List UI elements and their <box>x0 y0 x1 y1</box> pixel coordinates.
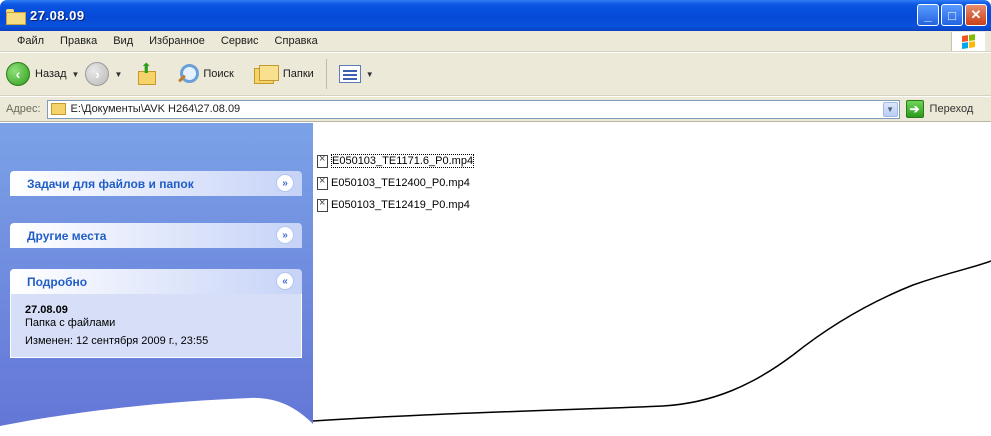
folders-button[interactable]: Папки <box>240 64 314 84</box>
folder-icon <box>50 103 66 115</box>
search-icon <box>176 63 200 85</box>
file-list: E050103_TE1171.6_P0.mp4 E050103_TE12400_… <box>313 123 991 436</box>
expand-chevron-icon[interactable]: » <box>276 226 294 244</box>
task-pane: Задачи для файлов и папок » Другие места… <box>0 123 313 436</box>
forward-button[interactable]: › ▼ <box>85 62 122 86</box>
other-places-panel: Другие места » <box>10 223 302 248</box>
menu-bar: Файл Правка Вид Избранное Сервис Справка <box>0 31 991 52</box>
details-type: Папка с файлами <box>25 317 116 329</box>
other-places-title: Другие места <box>27 228 107 243</box>
menu-file[interactable]: Файл <box>14 35 47 47</box>
back-arrow-icon: ‹ <box>6 62 30 86</box>
other-places-panel-header[interactable]: Другие места » <box>10 223 302 248</box>
minimize-button[interactable]: _ <box>917 4 939 26</box>
details-panel-body: 27.08.09 Папка с файлами Изменен: 12 сен… <box>10 294 302 358</box>
decorative-curve <box>313 260 991 422</box>
views-dropdown-icon[interactable]: ▼ <box>366 70 374 79</box>
windows-logo <box>951 32 985 51</box>
menu-help[interactable]: Справка <box>272 35 321 47</box>
forward-arrow-icon: › <box>85 62 110 86</box>
window-controls: _ □ ✕ <box>917 4 987 26</box>
back-button[interactable]: ‹ Назад ▼ <box>6 62 79 86</box>
window-title: 27.08.09 <box>30 8 85 23</box>
address-field[interactable]: E:\Документы\AVK H264\27.08.09 ▼ <box>46 99 900 119</box>
search-label: Поиск <box>203 68 234 80</box>
go-arrow-icon[interactable]: ➔ <box>905 100 924 118</box>
folders-icon <box>253 64 279 84</box>
close-button[interactable]: ✕ <box>965 4 987 26</box>
back-dropdown-icon[interactable]: ▼ <box>72 70 80 79</box>
expand-chevron-icon[interactable]: » <box>276 174 294 192</box>
menu-favorites[interactable]: Избранное <box>146 35 208 47</box>
menu-edit[interactable]: Правка <box>57 35 100 47</box>
search-button[interactable]: Поиск <box>162 63 234 85</box>
address-label: Адрес: <box>6 103 41 115</box>
address-value: E:\Документы\AVK H264\27.08.09 <box>70 103 241 115</box>
back-label: Назад <box>35 68 67 80</box>
up-folder-icon[interactable] <box>136 60 157 85</box>
details-panel: Подробно « 27.08.09 Папка с файлами Изме… <box>10 269 302 358</box>
maximize-button[interactable]: □ <box>941 4 963 26</box>
details-modified: Изменен: 12 сентября 2009 г., 23:55 <box>25 335 209 347</box>
menu-view[interactable]: Вид <box>110 35 136 47</box>
folder-icon <box>6 8 26 25</box>
tasks-panel-title: Задачи для файлов и папок <box>27 176 194 191</box>
menu-tools[interactable]: Сервис <box>218 35 262 47</box>
folders-label: Папки <box>282 68 314 80</box>
tasks-panel-header[interactable]: Задачи для файлов и папок » <box>10 171 302 196</box>
decorative-wave <box>0 397 313 436</box>
collapse-chevron-icon[interactable]: « <box>276 272 294 290</box>
toolbar-separator <box>325 59 327 89</box>
details-name: 27.08.09 <box>25 304 68 316</box>
forward-dropdown-icon[interactable]: ▼ <box>114 70 122 79</box>
views-icon[interactable] <box>338 65 361 83</box>
address-bar: Адрес: E:\Документы\AVK H264\27.08.09 ▼ … <box>0 97 991 122</box>
windows-flag-icon <box>961 33 976 50</box>
go-button[interactable]: Переход <box>930 103 974 115</box>
address-dropdown-icon[interactable]: ▼ <box>882 101 898 117</box>
details-title: Подробно <box>27 274 88 289</box>
details-panel-header[interactable]: Подробно « <box>10 269 302 294</box>
toolbar: ‹ Назад ▼ › ▼ Поиск Папки ▼ <box>0 53 991 96</box>
tasks-panel: Задачи для файлов и папок » <box>10 171 302 196</box>
title-bar[interactable]: 27.08.09 _ □ ✕ <box>0 0 991 31</box>
